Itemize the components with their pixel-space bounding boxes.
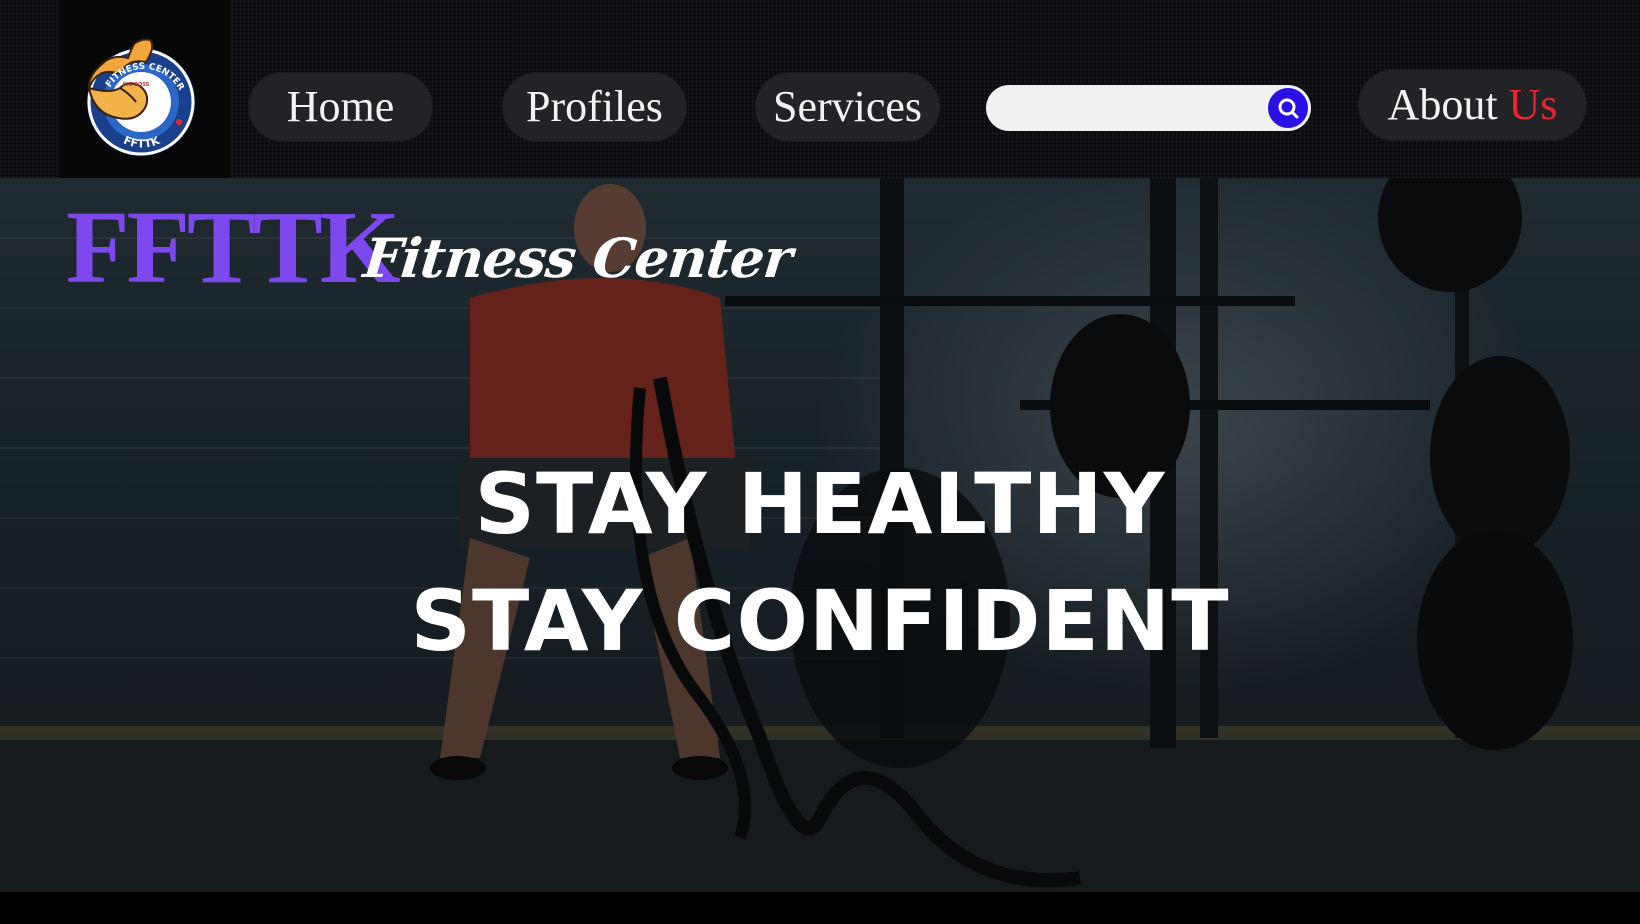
nav-services-label: Services xyxy=(772,82,923,131)
nav-home-button[interactable]: Home xyxy=(248,72,433,142)
nav-profiles-label: Profiles xyxy=(526,82,663,131)
search-icon xyxy=(1278,98,1299,119)
brand-title: FFTTK xyxy=(66,190,401,305)
hero-banner: FFTTK Fitness Center STAY HEALTHY STAY C… xyxy=(0,178,1640,892)
nav-services-button[interactable]: Services xyxy=(755,72,940,142)
hero-headline-line1: STAY HEALTHY xyxy=(474,455,1166,553)
page: FITNESS CENTER FFTTK BIG BOSS Home Profi… xyxy=(0,0,1640,924)
search-bar xyxy=(986,85,1311,131)
nav-about-accent-label: Us xyxy=(1508,80,1558,129)
search-button[interactable] xyxy=(1268,88,1308,128)
nav-profiles-button[interactable]: Profiles xyxy=(502,72,687,142)
nav-about-us-button[interactable]: About Us xyxy=(1358,69,1587,141)
top-navigation-bar: FITNESS CENTER FFTTK BIG BOSS Home Profi… xyxy=(0,0,1640,178)
fitness-center-logo[interactable]: FITNESS CENTER FFTTK BIG BOSS xyxy=(84,36,198,158)
nav-about-label: About xyxy=(1387,80,1498,129)
logo-center-text: BIG BOSS xyxy=(123,82,150,88)
brand-subtitle: Fitness Center xyxy=(360,226,795,290)
nav-home-label: Home xyxy=(286,82,395,131)
search-input[interactable] xyxy=(1004,85,1258,131)
bottom-edge-bar xyxy=(0,892,1640,924)
hero-headline-line2: STAY CONFIDENT xyxy=(410,572,1230,670)
